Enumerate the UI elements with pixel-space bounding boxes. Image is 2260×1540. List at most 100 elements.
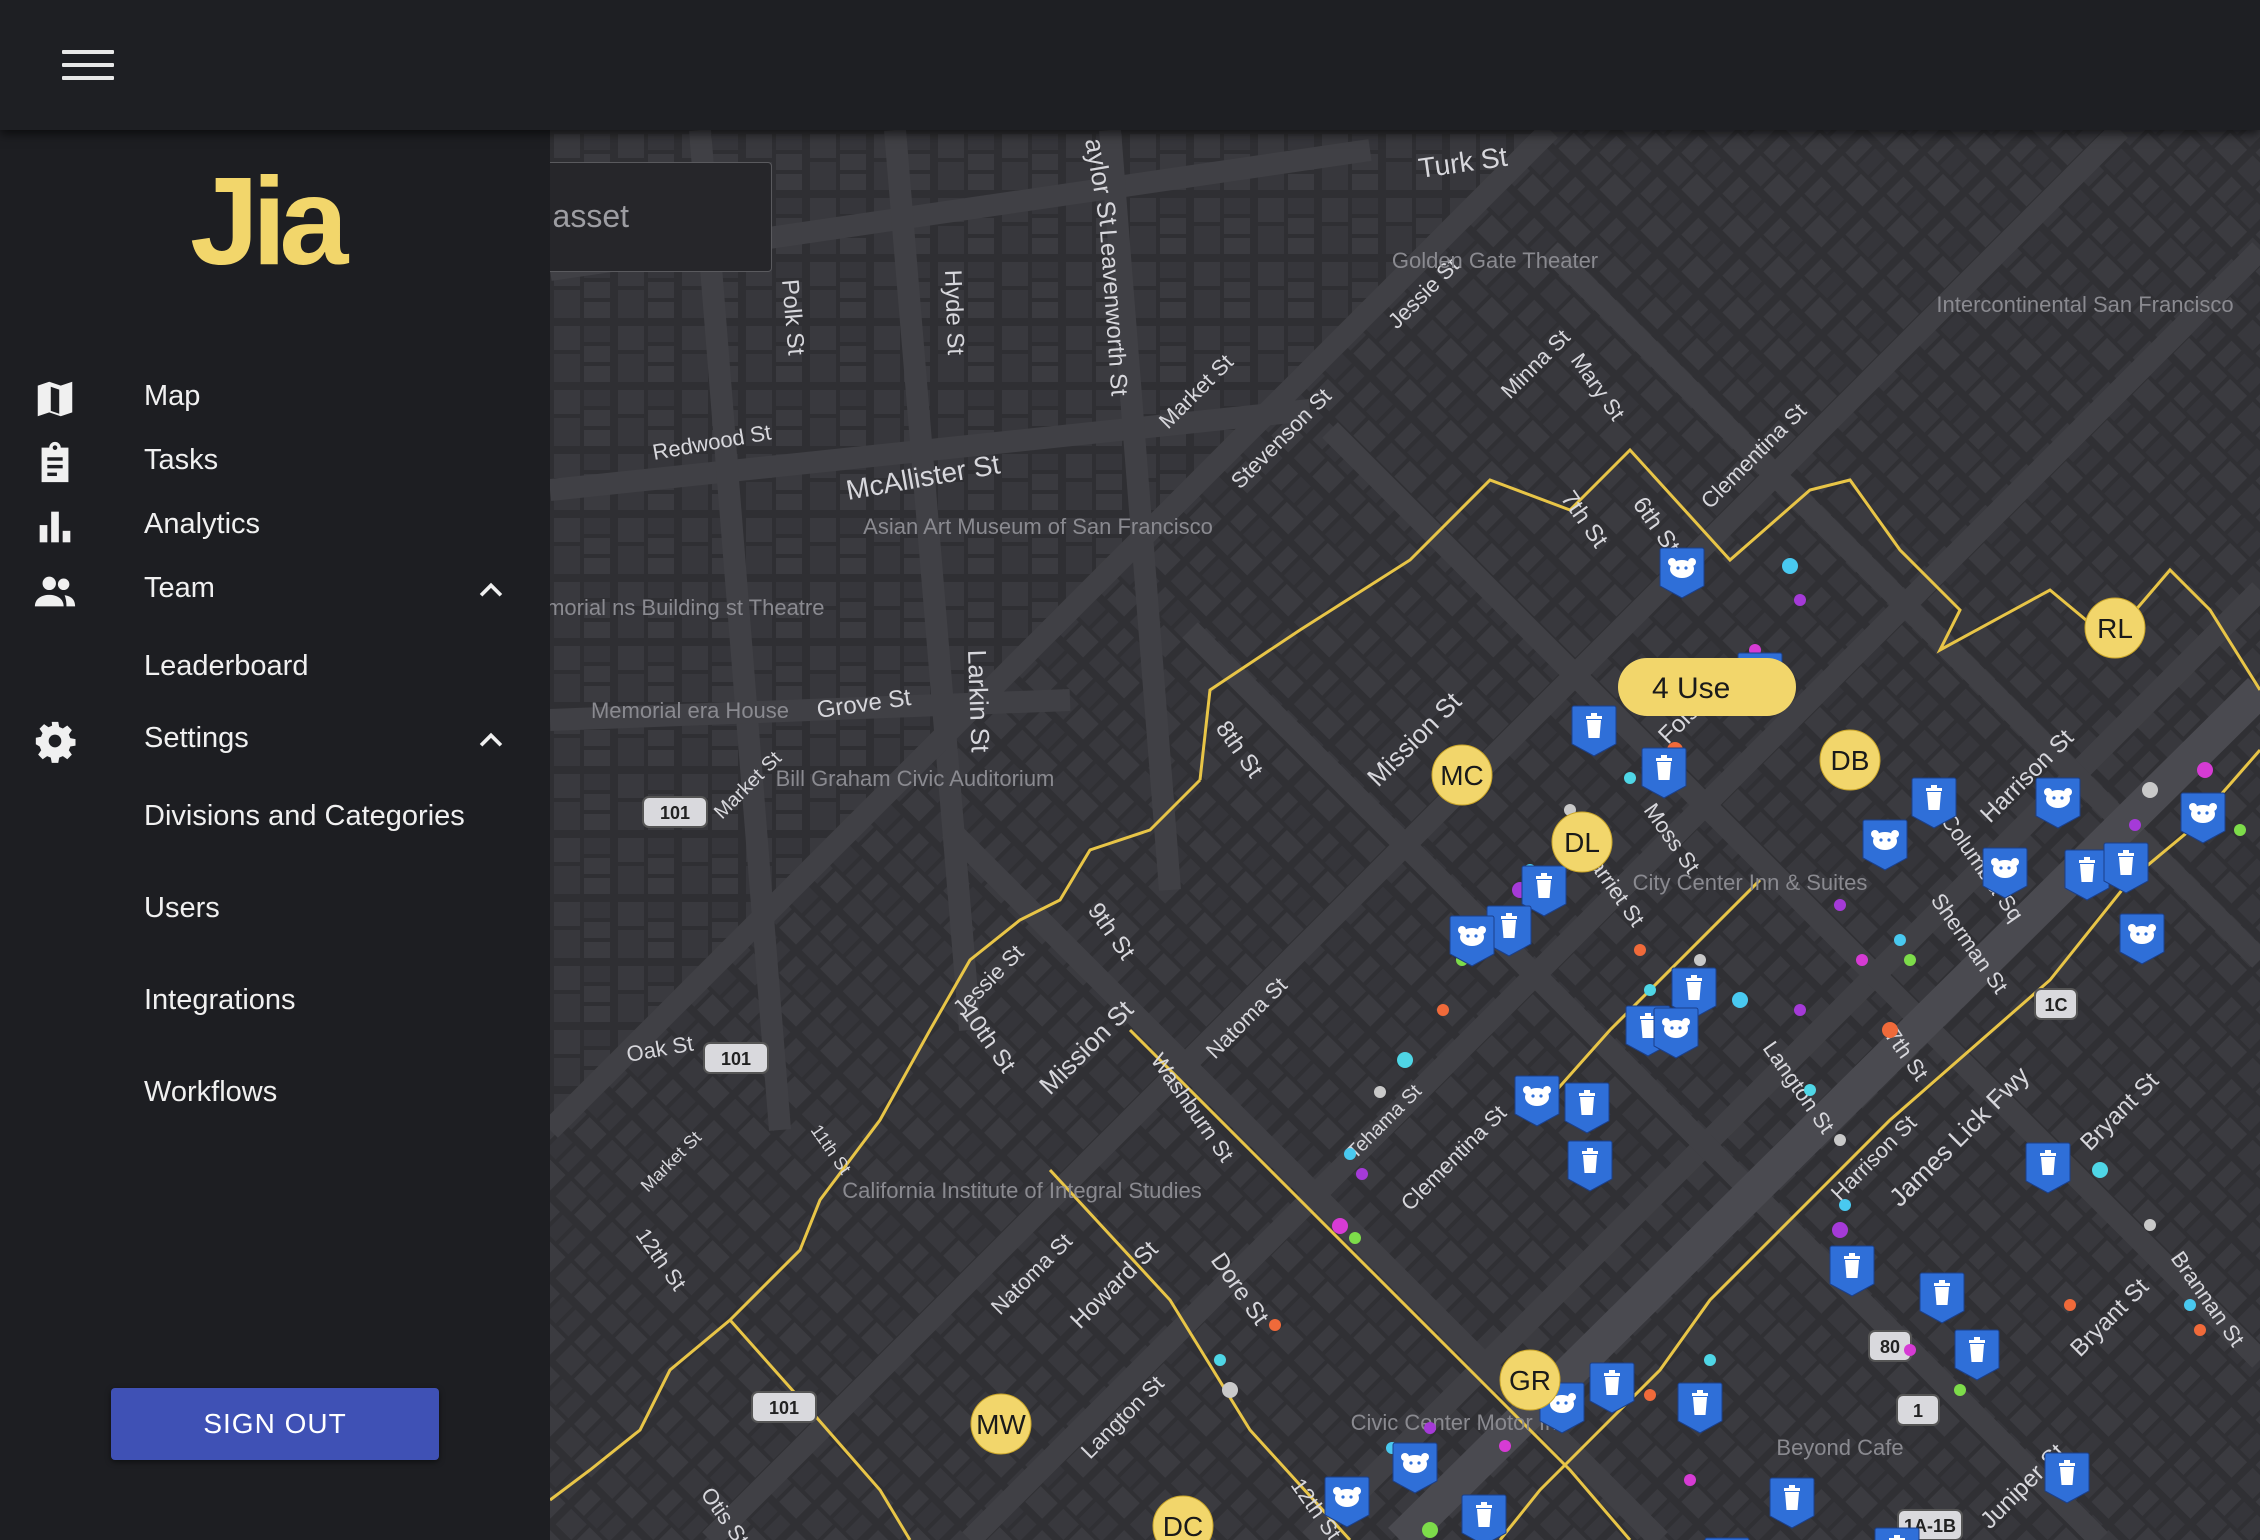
activity-dot	[1424, 1422, 1436, 1434]
user-avatar-badge[interactable]: MW	[970, 1393, 1032, 1455]
sign-out-button[interactable]: SIGN OUT	[111, 1388, 439, 1460]
activity-dot	[1356, 1168, 1368, 1180]
bin-pin[interactable]	[1874, 1527, 1920, 1540]
place-label: Intercontinental San Francisco	[1936, 292, 2233, 317]
trash-can-icon	[1844, 1253, 1860, 1278]
activity-dot	[2129, 819, 2141, 831]
sidebar-item-divisions-and-categories[interactable]: Divisions and Categories	[0, 782, 550, 854]
sidebar-item-leaderboard[interactable]: Leaderboard	[0, 632, 550, 704]
sidebar-item-label: Users	[144, 892, 220, 924]
svg-text:GR: GR	[1509, 1365, 1551, 1396]
user-avatar-badge[interactable]: MC	[1431, 744, 1493, 806]
activity-dot	[1839, 1199, 1851, 1211]
trash-can-icon	[1536, 873, 1552, 898]
activity-dot	[2194, 1324, 2206, 1336]
map-icon	[37, 381, 73, 417]
gear-icon	[35, 721, 76, 763]
trash-can-icon	[1476, 1502, 1492, 1527]
bar-chart-icon	[39, 511, 71, 543]
sidebar-item-users[interactable]: Users	[0, 874, 550, 946]
user-avatar-badge[interactable]: DB	[1819, 729, 1881, 791]
activity-dot	[1634, 944, 1646, 956]
svg-text:1: 1	[1913, 1401, 1923, 1421]
sidebar: Jia Map Tasks Analytics Team Leaderboard…	[0, 130, 550, 1540]
activity-dot	[1804, 1084, 1816, 1096]
activity-dot	[1832, 1222, 1848, 1238]
highway-shield: 1C	[2034, 988, 2078, 1020]
svg-text:DC: DC	[1163, 1511, 1203, 1540]
sidebar-item-workflows[interactable]: Workflows	[0, 1058, 550, 1130]
activity-dot	[1794, 594, 1806, 606]
activity-dot	[1332, 1218, 1348, 1234]
sidebar-item-integrations[interactable]: Integrations	[0, 966, 550, 1038]
activity-dot	[1222, 1382, 1238, 1398]
trash-can-icon	[1926, 785, 1942, 810]
user-avatar-badge[interactable]: RL	[2084, 597, 2146, 659]
search-box[interactable]	[550, 162, 772, 272]
activity-dot	[1624, 772, 1636, 784]
svg-text:1C: 1C	[2044, 995, 2067, 1015]
map-view[interactable]: Turk StTurk Staylor StElm StPolk StHyde …	[550, 130, 2260, 1540]
user-avatar-badge[interactable]: DL	[1551, 811, 1613, 873]
svg-text:101: 101	[660, 803, 690, 823]
svg-text:RL: RL	[2097, 613, 2133, 644]
logo: Jia	[190, 153, 348, 291]
activity-dot	[2144, 1219, 2156, 1231]
activity-dot	[1704, 1354, 1716, 1366]
clipboard-icon	[41, 441, 69, 483]
activity-dot	[1684, 1474, 1696, 1486]
map-canvas[interactable]: Turk StTurk Staylor StElm StPolk StHyde …	[550, 130, 2260, 1540]
svg-text:80: 80	[1880, 1337, 1900, 1357]
place-label: Asian Art Museum of San Francisco	[863, 514, 1213, 539]
sidebar-item-label: Integrations	[144, 984, 296, 1016]
activity-dot	[1782, 558, 1798, 574]
trash-can-icon	[1686, 975, 1702, 1000]
search-input[interactable]	[550, 191, 743, 241]
place-label: Memorial ns Building st Theatre	[550, 595, 824, 620]
place-label: Civic Center Motor Inn	[1351, 1410, 1570, 1435]
activity-dot	[1732, 992, 1748, 1008]
chevron-up-icon[interactable]	[474, 574, 508, 608]
sidebar-item-label: Leaderboard	[144, 650, 309, 682]
trash-can-icon	[2079, 857, 2095, 882]
activity-dot	[1344, 1148, 1356, 1160]
activity-dot	[1422, 1522, 1438, 1538]
bin-pin[interactable]	[1461, 1494, 1507, 1540]
svg-text:101: 101	[721, 1049, 751, 1069]
trash-can-icon	[2059, 1460, 2075, 1485]
activity-dot	[1904, 954, 1916, 966]
menu-icon[interactable]	[62, 50, 114, 82]
activity-dot	[2184, 1299, 2196, 1311]
activity-dot	[2142, 782, 2158, 798]
street-label: Larkin St	[962, 649, 996, 753]
trash-can-icon	[1692, 1390, 1708, 1415]
activity-dot	[1954, 1384, 1966, 1396]
svg-text:DB: DB	[1831, 745, 1870, 776]
activity-dot	[1894, 934, 1906, 946]
activity-dot	[1904, 1344, 1916, 1356]
activity-dot	[1856, 954, 1868, 966]
sidebar-item-label: Settings	[144, 722, 249, 754]
place-label: Golden Gate Theater	[1392, 248, 1598, 273]
trash-can-icon	[1656, 755, 1672, 780]
sidebar-item-settings[interactable]: Settings	[0, 700, 550, 780]
activity-dot	[1269, 1319, 1281, 1331]
activity-dot	[1882, 1022, 1898, 1038]
activity-dot	[1499, 1440, 1511, 1452]
trash-can-icon	[1579, 1090, 1595, 1115]
svg-text:MW: MW	[976, 1409, 1026, 1440]
cluster-pill-label: 4 Use	[1652, 672, 1730, 705]
activity-dot	[1644, 1389, 1656, 1401]
activity-dot	[1834, 899, 1846, 911]
activity-dot	[2092, 1162, 2108, 1178]
svg-text:MC: MC	[1440, 760, 1484, 791]
activity-dot	[2234, 824, 2246, 836]
sidebar-item-team[interactable]: Team	[0, 550, 550, 630]
user-avatar-badge[interactable]: GR	[1499, 1349, 1561, 1411]
chevron-up-icon[interactable]	[474, 724, 508, 758]
trash-can-icon	[1969, 1337, 1985, 1362]
sidebar-item-label: Tasks	[144, 444, 219, 476]
cluster-pill[interactable]: 4 Use	[1618, 658, 1796, 716]
highway-shield: 1	[1896, 1394, 1940, 1426]
highway-shield: 101	[751, 1391, 817, 1423]
